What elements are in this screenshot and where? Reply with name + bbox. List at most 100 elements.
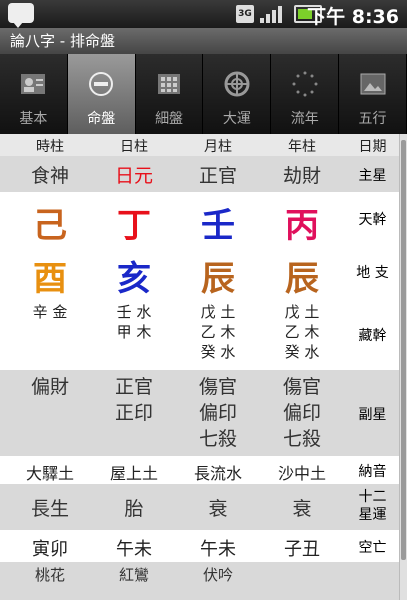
sub-star-line: 傷官 xyxy=(198,376,237,398)
scrollbar[interactable] xyxy=(399,134,407,600)
heaven-stem-cell: 壬 xyxy=(201,206,235,246)
hidden-stem-cell: 壬 水 甲 木 xyxy=(94,302,174,342)
tab-label: 命盤 xyxy=(87,111,116,127)
picture-icon xyxy=(359,70,387,98)
hidden-stem-line: 戊 土 xyxy=(200,303,236,321)
signal-icon xyxy=(260,5,282,23)
nayin-row: 大驛土 屋上土 長流水 沙中土 納音 xyxy=(0,456,400,485)
tab-basic[interactable]: 基本 xyxy=(0,54,68,134)
column-header: 時柱 xyxy=(36,139,64,155)
sub-star-line: 七殺 xyxy=(282,428,321,450)
table-header: 時柱 日柱 月柱 年柱 日期 xyxy=(0,134,400,157)
status-bar: 3G 下午 8:36 xyxy=(0,0,407,28)
hidden-stem-cell: 戊 土 乙 木 癸 水 xyxy=(262,302,342,362)
heaven-stem-row: 己 丁 壬 丙 天幹 xyxy=(0,192,400,246)
twelve-stages-row: 長生 胎 衰 衰 十二 星運 xyxy=(0,484,400,531)
row-label: 地 支 xyxy=(356,265,389,281)
void-cell: 午未 xyxy=(200,539,236,560)
nayin-cell: 屋上土 xyxy=(109,464,158,483)
sub-star-line: 正印 xyxy=(114,402,153,424)
hidden-stem-row: 辛 金 壬 水 甲 木 戊 土 乙 木 癸 水 戊 土 乙 木 癸 水 藏幹 xyxy=(0,298,400,371)
hidden-stem-line: 戊 土 xyxy=(284,303,320,321)
twelve-stage-cell: 衰 xyxy=(292,498,312,520)
tab-label: 細盤 xyxy=(155,111,184,127)
row-label: 空亡 xyxy=(358,540,387,556)
column-header: 月柱 xyxy=(204,139,232,155)
main-star-cell: 劫財 xyxy=(282,165,321,187)
hidden-stem-line: 乙 木 xyxy=(284,323,320,341)
tab-detail[interactable]: 細盤 xyxy=(136,54,204,134)
earth-branch-cell: 辰 xyxy=(201,259,235,299)
sub-star-cell: 偏財 xyxy=(10,374,90,400)
compass-icon xyxy=(223,70,251,98)
hidden-stem-line: 壬 水 xyxy=(116,303,152,321)
sub-star-line: 正官 xyxy=(114,376,153,398)
earth-branch-row: 酉 亥 辰 辰 地 支 xyxy=(0,245,400,299)
sub-star-line: 偏印 xyxy=(198,402,237,424)
bazi-chart-table: 時柱 日柱 月柱 年柱 日期 食神 日元 正官 劫財 主星 己 丁 壬 丙 天幹… xyxy=(0,134,407,600)
sub-star-cell: 傷官 偏印 七殺 xyxy=(262,374,342,452)
shensha-cell: 伏吟 xyxy=(202,566,233,584)
hidden-stem-line: 辛 金 xyxy=(32,303,68,321)
shensha-cell: 桃花 xyxy=(34,566,65,584)
earth-branch-cell: 酉 xyxy=(33,259,67,299)
row-label-line: 星運 xyxy=(358,507,387,523)
tab-chart[interactable]: 命盤 xyxy=(67,54,136,134)
hidden-stem-line: 癸 水 xyxy=(284,343,320,361)
earth-branch-cell: 辰 xyxy=(285,259,319,299)
hidden-stem-line: 癸 水 xyxy=(200,343,236,361)
person-card-icon xyxy=(19,70,47,98)
network-3g-icon: 3G xyxy=(236,5,254,23)
tab-label: 基本 xyxy=(19,111,48,127)
row-label: 副星 xyxy=(358,407,387,423)
row-label: 十二 星運 xyxy=(345,488,400,524)
void-cell: 午未 xyxy=(116,539,152,560)
hidden-stem-line: 乙 木 xyxy=(200,323,236,341)
row-label: 納音 xyxy=(358,464,387,480)
sub-star-line: 偏財 xyxy=(30,376,69,398)
tab-luck[interactable]: 大運 xyxy=(203,54,272,134)
row-label: 天幹 xyxy=(358,212,387,228)
disc-icon xyxy=(87,70,115,98)
row-label: 藏幹 xyxy=(358,328,387,344)
sub-star-cell: 正官 正印 xyxy=(94,374,174,426)
shensha-cell: 紅鸞 xyxy=(118,566,149,584)
heaven-stem-cell: 己 xyxy=(33,206,67,246)
heaven-stem-cell: 丁 xyxy=(117,206,151,246)
tab-elements[interactable]: 五行 xyxy=(339,54,407,134)
nayin-cell: 長流水 xyxy=(193,464,242,483)
column-header: 年柱 xyxy=(288,139,316,155)
scrollbar-thumb[interactable] xyxy=(401,140,406,560)
shensha-row: 桃花 紅鸞 伏吟 xyxy=(0,562,400,600)
dots-circle-icon xyxy=(291,70,319,98)
earth-branch-cell: 亥 xyxy=(117,259,151,299)
twelve-stage-cell: 長生 xyxy=(30,498,69,520)
nayin-cell: 沙中土 xyxy=(277,464,326,483)
main-star-row: 食神 日元 正官 劫財 主星 xyxy=(0,156,400,193)
void-row: 寅卯 午未 午未 子丑 空亡 xyxy=(0,530,400,563)
sub-star-line: 傷官 xyxy=(282,376,321,398)
status-time: 下午 8:36 xyxy=(307,6,399,28)
tab-label: 五行 xyxy=(358,111,387,127)
main-star-cell: 正官 xyxy=(198,165,237,187)
column-header: 日期 xyxy=(358,139,387,155)
tab-year[interactable]: 流年 xyxy=(271,54,340,134)
heaven-stem-cell: 丙 xyxy=(285,206,319,246)
hidden-stem-cell: 戊 土 乙 木 癸 水 xyxy=(178,302,258,362)
tab-label: 流年 xyxy=(290,111,319,127)
column-header: 日柱 xyxy=(120,139,148,155)
sub-star-row: 偏財 正官 正印 傷官 偏印 七殺 傷官 偏印 七殺 副星 xyxy=(0,370,400,457)
sub-star-cell: 傷官 偏印 七殺 xyxy=(178,374,258,452)
sub-star-line: 七殺 xyxy=(198,428,237,450)
hidden-stem-cell: 辛 金 xyxy=(10,302,90,322)
row-label: 主星 xyxy=(358,168,387,184)
twelve-stage-cell: 衰 xyxy=(208,498,228,520)
row-label-line: 十二 xyxy=(358,489,387,505)
tab-label: 大運 xyxy=(222,111,251,127)
nayin-cell: 大驛土 xyxy=(25,464,74,483)
sub-star-line: 偏印 xyxy=(282,402,321,424)
chat-notification-icon[interactable] xyxy=(8,3,34,28)
void-cell: 寅卯 xyxy=(32,539,68,560)
grid-icon xyxy=(155,70,183,98)
void-cell: 子丑 xyxy=(284,539,320,560)
